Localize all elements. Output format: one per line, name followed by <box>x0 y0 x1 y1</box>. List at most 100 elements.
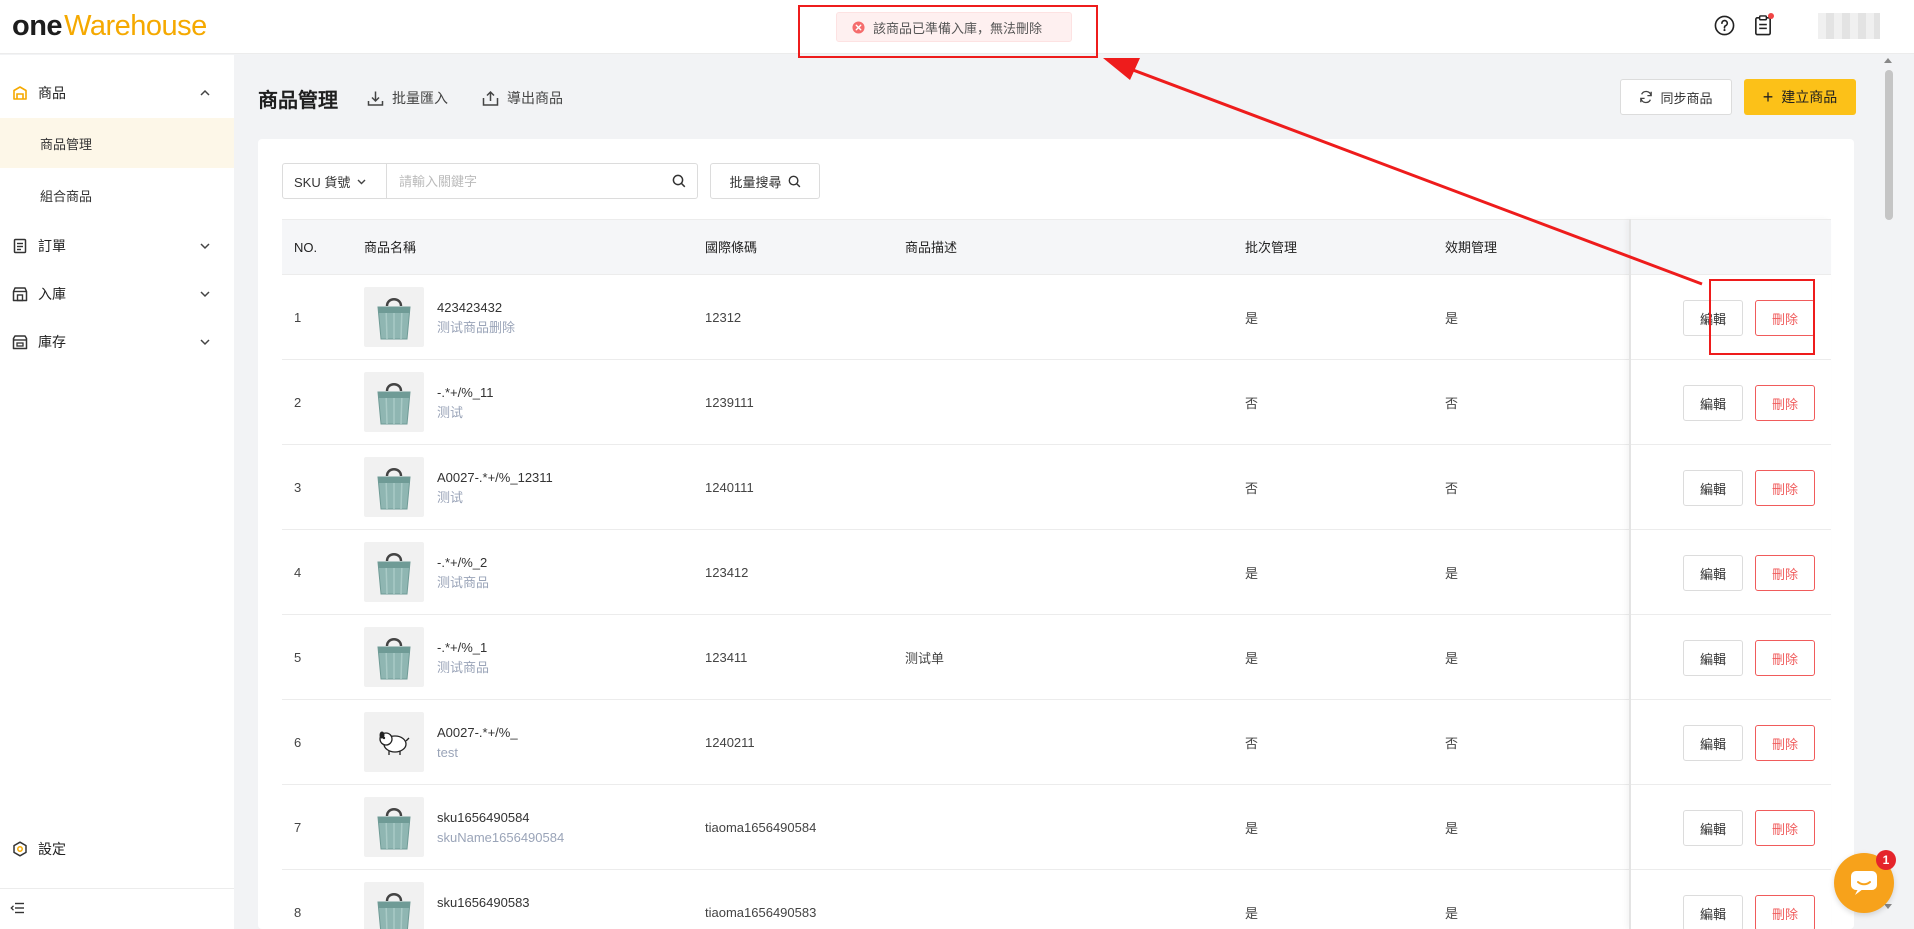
expiry-management: 否 <box>1445 396 1459 411</box>
column-header: 批次管理 <box>1245 240 1298 255</box>
search-icon <box>788 175 800 187</box>
expiry-management: 是 <box>1445 906 1459 921</box>
sidebar-group-label: 訂單 <box>38 238 66 254</box>
row-number: 7 <box>294 820 302 835</box>
product-icon <box>12 85 28 101</box>
clipboard-icon[interactable] <box>1751 13 1775 37</box>
toast-message: 該商品已準備入庫，無法刪除 <box>873 20 1043 36</box>
product-thumbnail[interactable] <box>364 627 424 687</box>
sidebar-settings-label: 設定 <box>38 841 66 857</box>
edit-button[interactable]: 編輯 <box>1683 895 1743 929</box>
bulk-import-label: 批量匯入 <box>392 90 448 106</box>
product-name: A0027-.*+/%_ <box>437 725 518 740</box>
error-circle-icon <box>852 20 865 34</box>
user-avatar[interactable] <box>1818 13 1880 39</box>
sidebar-item-bundle-products[interactable]: 組合商品 <box>0 170 234 220</box>
edit-button[interactable]: 編輯 <box>1683 640 1743 676</box>
scroll-down-arrow-icon[interactable] <box>1884 904 1892 909</box>
keyword-search-input[interactable] <box>387 164 661 198</box>
search-icon[interactable] <box>661 164 697 198</box>
delete-button[interactable]: 刪除 <box>1755 640 1815 676</box>
chevron-down-icon <box>200 291 210 298</box>
chevron-down-icon <box>357 179 366 184</box>
expiry-management: 是 <box>1445 821 1459 836</box>
edit-button[interactable]: 編輯 <box>1683 725 1743 761</box>
edit-button[interactable]: 編輯 <box>1683 810 1743 846</box>
delete-button[interactable]: 刪除 <box>1755 810 1815 846</box>
product-thumbnail[interactable] <box>364 797 424 857</box>
sidebar-group-label: 庫存 <box>38 334 66 350</box>
logo[interactable]: oneWarehouse <box>12 9 207 43</box>
edit-button[interactable]: 編輯 <box>1683 555 1743 591</box>
sidebar-item-settings[interactable]: 設定 <box>0 826 234 872</box>
table-row: 8 sku1656490583 tiaoma1656490583 是 是 編輯 刪除 <box>282 870 1831 929</box>
sync-products-button[interactable]: 同步商品 <box>1620 79 1732 115</box>
bulk-import-button[interactable]: 批量匯入 <box>367 86 448 110</box>
edit-button[interactable]: 編輯 <box>1683 385 1743 421</box>
order-icon <box>12 238 28 254</box>
edit-button[interactable]: 編輯 <box>1683 470 1743 506</box>
product-barcode: 1239111 <box>705 395 754 410</box>
batch-management: 是 <box>1245 651 1259 666</box>
delete-button[interactable]: 刪除 <box>1755 300 1815 336</box>
row-number: 2 <box>294 395 302 410</box>
question-circle-icon[interactable] <box>1712 13 1736 37</box>
delete-button[interactable]: 刪除 <box>1755 555 1815 591</box>
scrollbar-thumb[interactable] <box>1885 70 1893 220</box>
table-row: 5 -.*+/%_1 测试商品 123411 测试单 是 是 編輯 刪除 <box>282 615 1831 700</box>
sidebar-group-orders[interactable]: 訂單 <box>0 223 234 269</box>
sidebar-group-inbound[interactable]: 入庫 <box>0 271 234 317</box>
product-barcode: tiaoma1656490584 <box>705 820 817 835</box>
product-subname: 测试商品 <box>437 660 490 675</box>
sidebar-group-inventory[interactable]: 庫存 <box>0 319 234 365</box>
delete-button[interactable]: 刪除 <box>1755 725 1815 761</box>
product-barcode: 123411 <box>705 650 748 665</box>
product-barcode: tiaoma1656490583 <box>705 905 817 920</box>
product-barcode: 12312 <box>705 310 742 325</box>
sku-select-value: SKU 貨號 <box>294 174 351 190</box>
product-thumbnail[interactable] <box>364 882 424 929</box>
bulk-search-button[interactable]: 批量搜尋 <box>710 163 820 199</box>
product-barcode: 1240211 <box>705 735 755 750</box>
product-thumbnail[interactable] <box>364 372 424 432</box>
delete-button[interactable]: 刪除 <box>1755 895 1815 929</box>
row-number: 6 <box>294 735 302 750</box>
logo-warehouse: Warehouse <box>64 10 207 42</box>
product-barcode: 123412 <box>705 565 749 580</box>
inventory-icon <box>12 334 28 350</box>
edit-button[interactable]: 編輯 <box>1683 300 1743 336</box>
expiry-management: 是 <box>1445 566 1459 581</box>
row-number: 1 <box>294 310 302 325</box>
product-name: -.*+/%_11 <box>437 385 494 400</box>
create-product-button[interactable]: + 建立商品 <box>1744 79 1856 115</box>
expiry-management: 是 <box>1445 651 1459 666</box>
product-name: A0027-.*+/%_12311 <box>437 470 553 485</box>
export-products-button[interactable]: 導出商品 <box>482 86 563 110</box>
scroll-up-arrow-icon[interactable] <box>1884 58 1892 63</box>
product-thumbnail[interactable] <box>364 457 424 517</box>
product-table: NO. 商品名稱 國際條碼 商品描述 批次管理 效期管理 1 423423432 测… <box>282 219 1831 929</box>
notification-dot <box>1768 13 1774 19</box>
batch-management: 是 <box>1245 311 1259 326</box>
row-number: 8 <box>294 905 302 920</box>
batch-management: 否 <box>1245 736 1259 751</box>
chat-unread-badge: 1 <box>1876 850 1896 870</box>
settings-hexagon-icon <box>12 841 28 857</box>
product-thumbnail[interactable] <box>364 712 424 772</box>
product-subname: 测试商品 <box>437 575 490 590</box>
chat-bubble-icon <box>1851 871 1877 895</box>
sku-field-select[interactable]: SKU 貨號 <box>283 164 387 198</box>
create-product-label: 建立商品 <box>1781 89 1838 105</box>
chevron-down-icon <box>200 243 210 250</box>
product-subname: test <box>437 745 458 760</box>
column-header: 國際條碼 <box>705 240 758 255</box>
column-header: 效期管理 <box>1445 240 1498 255</box>
sidebar-item-product-management[interactable]: 商品管理 <box>0 118 234 168</box>
delete-button[interactable]: 刪除 <box>1755 470 1815 506</box>
product-thumbnail[interactable] <box>364 287 424 347</box>
sidebar-group-products[interactable]: 商品 <box>0 70 234 116</box>
plus-icon: + <box>1762 87 1774 107</box>
delete-button[interactable]: 刪除 <box>1755 385 1815 421</box>
collapse-menu-icon[interactable] <box>10 900 26 916</box>
product-thumbnail[interactable] <box>364 542 424 602</box>
